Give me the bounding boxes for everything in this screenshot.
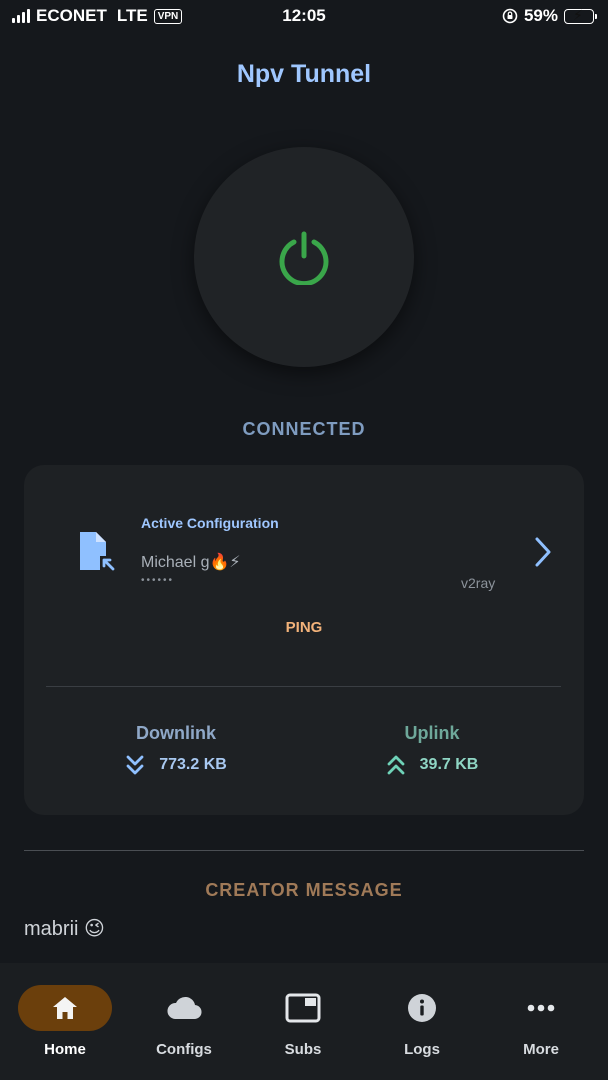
downlink-stat: Downlink 773.2 KB xyxy=(76,723,276,776)
config-label: Active Configuration xyxy=(141,515,279,531)
ping-button[interactable]: PING xyxy=(24,619,584,636)
nav-configs[interactable]: Configs xyxy=(124,985,244,1058)
nav-label-subs: Subs xyxy=(284,1041,322,1058)
config-masked: •••••• xyxy=(141,575,175,586)
app-title: Npv Tunnel xyxy=(236,60,372,88)
section-divider xyxy=(24,850,584,851)
cloud-icon xyxy=(124,985,244,1031)
orientation-lock-icon xyxy=(502,8,518,24)
home-icon xyxy=(18,985,112,1031)
nav-home[interactable]: Home xyxy=(5,985,125,1058)
nav-label-configs: Configs xyxy=(156,1041,212,1058)
battery-percent: 59% xyxy=(523,6,558,25)
uplink-stat: Uplink 39.7 KB xyxy=(332,723,532,776)
status-bar-right: 59% ⚡ xyxy=(502,6,597,26)
power-button[interactable] xyxy=(194,147,414,367)
config-card[interactable]: Active Configuration Michael g🔥⚡ •••••• … xyxy=(24,465,584,815)
chevron-right-icon[interactable] xyxy=(532,536,554,573)
info-icon xyxy=(362,985,482,1031)
nav-subs[interactable]: Subs xyxy=(243,985,363,1058)
double-chevron-up-icon xyxy=(387,755,405,775)
creator-message-text: mabrii 😉 xyxy=(24,918,105,940)
more-icon xyxy=(481,985,601,1031)
downlink-value: 773.2 KB xyxy=(159,756,227,773)
nav-label-more: More xyxy=(523,1041,559,1058)
nav-more[interactable]: More xyxy=(481,985,601,1058)
charging-icon: ⚡ xyxy=(573,6,583,23)
bottom-nav: Home Configs Subs Logs More xyxy=(0,963,608,1080)
config-file-icon xyxy=(76,530,118,579)
power-icon xyxy=(279,231,329,285)
downlink-label: Downlink xyxy=(136,723,216,743)
nav-label-home: Home xyxy=(44,1041,86,1058)
uplink-value: 39.7 KB xyxy=(419,756,479,773)
status-bar: ECONET LTE VPN 12:05 59% ⚡ xyxy=(0,0,608,34)
config-name: Michael g🔥⚡ xyxy=(141,554,241,571)
uplink-label: Uplink xyxy=(404,723,460,743)
battery-icon: ⚡ xyxy=(564,6,597,24)
nav-logs[interactable]: Logs xyxy=(362,985,482,1058)
double-chevron-down-icon xyxy=(126,755,144,775)
card-divider xyxy=(46,686,561,687)
window-icon xyxy=(243,985,363,1031)
connection-status: CONNECTED xyxy=(242,419,366,439)
config-protocol: v2ray xyxy=(461,575,496,591)
nav-label-logs: Logs xyxy=(404,1041,440,1058)
creator-message-title: CREATOR MESSAGE xyxy=(205,880,403,900)
